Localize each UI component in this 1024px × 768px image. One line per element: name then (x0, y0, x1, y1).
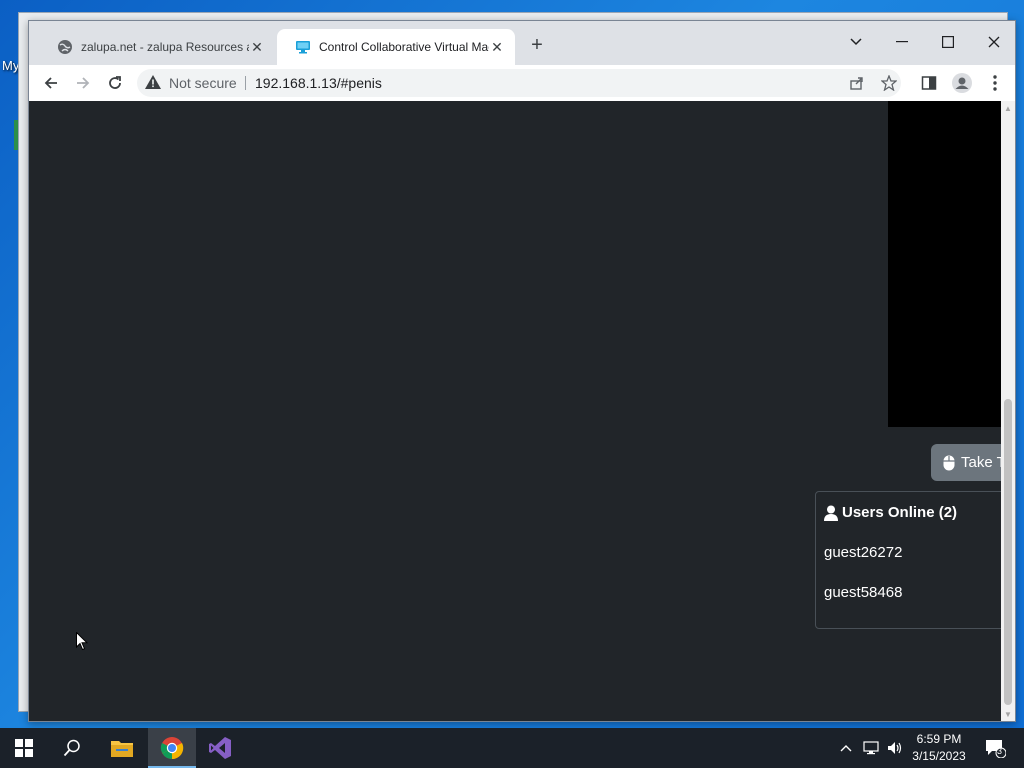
warning-icon (145, 74, 161, 92)
user-list-item: guest58468 (824, 584, 903, 601)
clock-time: 6:59 PM (916, 732, 962, 746)
desktop-icon-label[interactable]: My (2, 58, 19, 73)
vertical-scrollbar[interactable]: ▲ ▼ (1001, 101, 1015, 721)
chrome-icon[interactable] (148, 728, 196, 768)
tab-zalupa[interactable]: zalupa.net - zalupa Resources and ✕ (39, 29, 275, 65)
search-icon[interactable] (48, 728, 96, 768)
start-icon[interactable] (0, 728, 48, 768)
scrollbar-thumb[interactable] (1004, 399, 1012, 705)
mouse-icon (943, 455, 955, 471)
globe-icon (57, 39, 73, 55)
scroll-down-arrow-icon[interactable]: ▼ (1001, 707, 1015, 721)
tab-title: zalupa.net - zalupa Resources and (81, 40, 249, 54)
page-content: Take T Users Online (2) guest26272 guest… (29, 101, 1001, 721)
tab-strip: zalupa.net - zalupa Resources and ✕ Cont… (29, 21, 1015, 65)
system-clock[interactable]: 6:59 PM 3/15/2023 (900, 731, 978, 765)
take-turn-button[interactable]: Take T (931, 444, 1001, 481)
url-text[interactable]: 192.168.1.13/#penis (255, 69, 382, 97)
user-icon (824, 505, 838, 521)
user-list-item: guest26272 (824, 544, 903, 561)
vm-display[interactable] (888, 101, 1001, 427)
file-explorer-icon[interactable] (98, 728, 146, 768)
show-hidden-icons-chevron-icon[interactable] (836, 728, 856, 768)
tab-title: Control Collaborative Virtual Mac (319, 40, 489, 54)
browser-window: zalupa.net - zalupa Resources and ✕ Cont… (28, 20, 1016, 722)
forward-button[interactable] (71, 71, 95, 95)
users-online-heading: Users Online (2) (824, 504, 957, 521)
tab-control-collaborative[interactable]: Control Collaborative Virtual Mac ✕ (277, 29, 515, 65)
close-window-button[interactable] (971, 27, 1017, 57)
take-turn-label: Take T (961, 454, 1001, 471)
reload-button[interactable] (103, 71, 127, 95)
back-button[interactable] (39, 71, 63, 95)
menu-kebab-icon[interactable] (983, 71, 1007, 95)
scroll-up-arrow-icon[interactable]: ▲ (1001, 101, 1015, 115)
bookmark-star-icon[interactable] (879, 73, 899, 93)
share-icon[interactable] (847, 73, 867, 93)
visual-studio-icon[interactable] (196, 728, 244, 768)
browser-toolbar: Not secure 192.168.1.13/#penis (29, 65, 1015, 102)
network-icon[interactable] (860, 728, 882, 768)
new-tab-button[interactable]: + (527, 35, 547, 55)
clock-date: 3/15/2023 (912, 749, 966, 763)
tab-close-icon[interactable]: ✕ (249, 39, 265, 55)
minimize-button[interactable] (879, 27, 925, 57)
taskbar: 6:59 PM 3/15/2023 3 (0, 728, 1024, 768)
mouse-cursor-icon (76, 631, 89, 656)
address-bar[interactable]: Not secure 192.168.1.13/#penis (137, 69, 901, 97)
side-panel-icon[interactable] (917, 71, 941, 95)
monitor-icon (295, 39, 311, 55)
maximize-button[interactable] (925, 27, 971, 57)
address-separator (245, 76, 246, 90)
users-online-label: Users Online (2) (842, 504, 958, 521)
tab-search-icon[interactable] (833, 27, 879, 57)
users-online-panel: Users Online (2) guest26272 guest58468 (815, 491, 1001, 629)
security-indicator[interactable]: Not secure (145, 69, 237, 97)
notification-center-icon[interactable]: 3 (980, 728, 1010, 768)
tab-close-icon[interactable]: ✕ (489, 39, 505, 55)
profile-avatar-icon[interactable] (950, 71, 974, 95)
security-label: Not secure (169, 75, 237, 91)
notification-count: 3 (997, 746, 1003, 756)
